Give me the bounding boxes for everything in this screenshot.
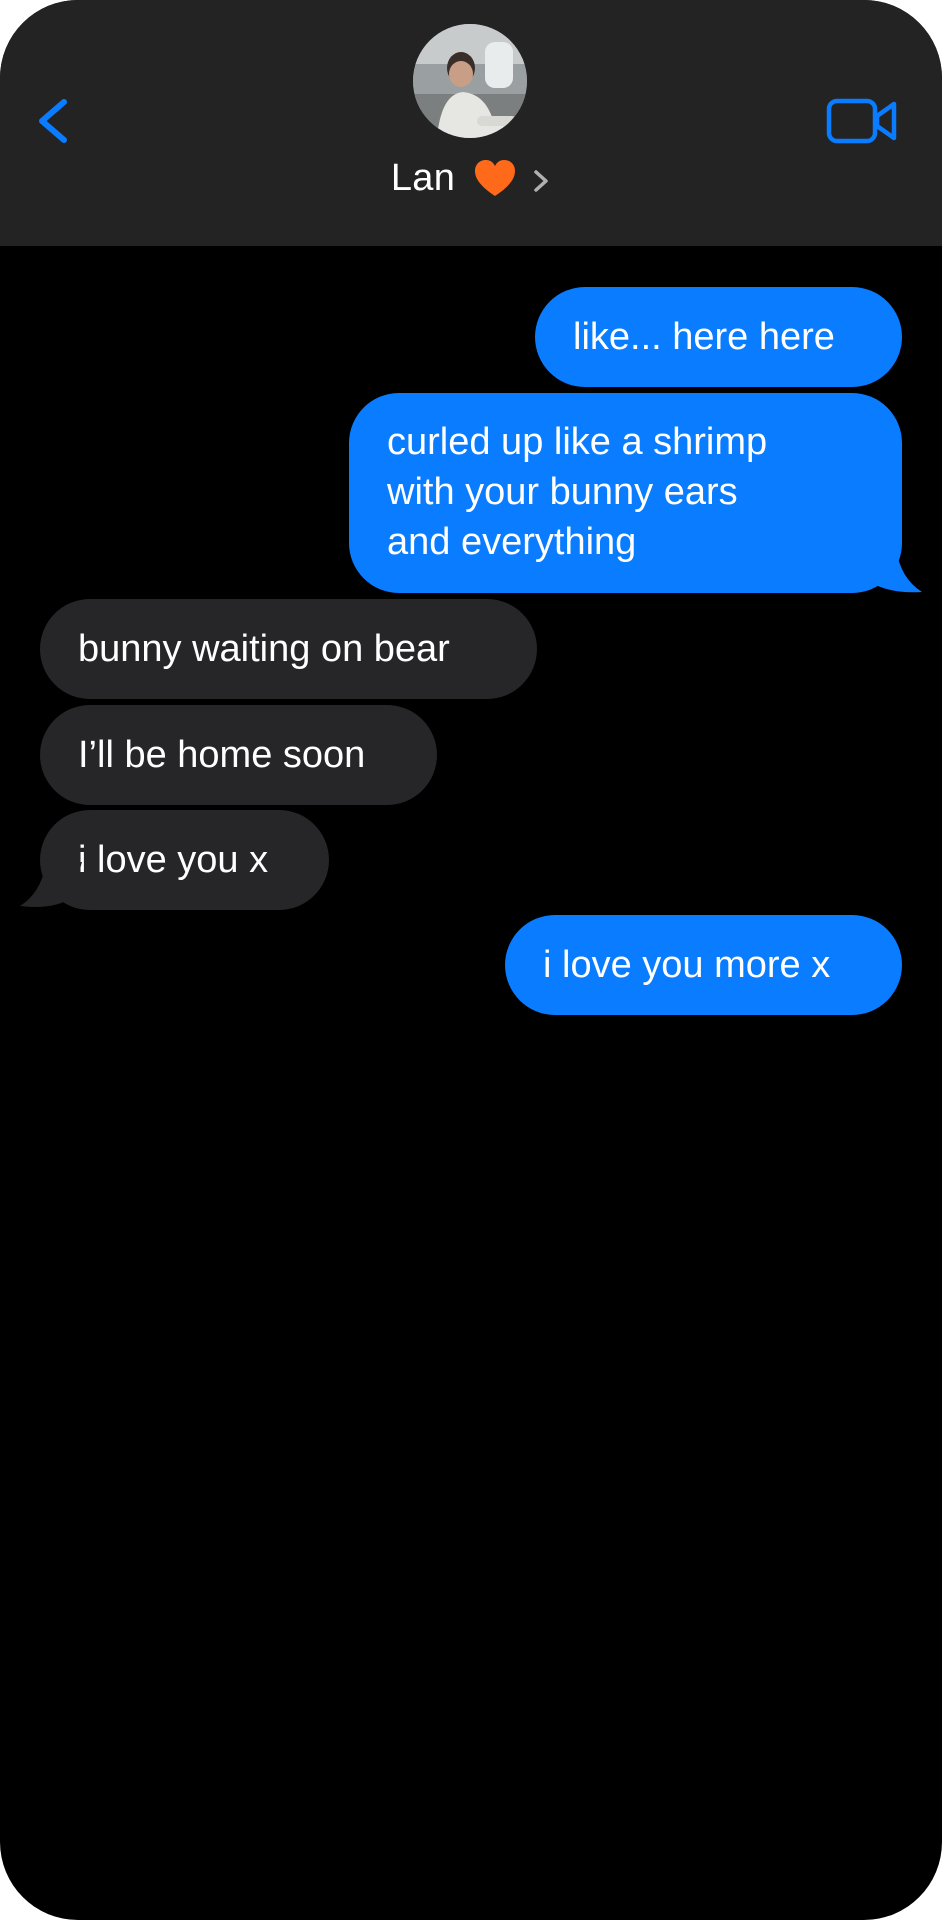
video-camera-icon [826, 98, 897, 144]
message-text: like... here here [573, 316, 835, 358]
message-bubble-received[interactable]: i love you x [40, 810, 329, 910]
avatar-photo [413, 24, 527, 138]
contact-name: Lan [390, 156, 456, 199]
message-text: and everything [387, 521, 637, 563]
contact-details-button[interactable]: Lan [0, 150, 942, 206]
message-tail-sent [860, 548, 922, 593]
message-text: curled up like a shrimp [387, 421, 768, 463]
orange-heart-icon [475, 160, 516, 196]
message-text: with your bunny ears [387, 471, 738, 513]
message-bubble-received[interactable]: bunny waiting on bear [40, 599, 537, 699]
message-text: i love you x [78, 839, 269, 881]
message-bubble-sent[interactable]: i love you more x [505, 915, 902, 1015]
video-call-button[interactable] [826, 96, 898, 148]
contact-avatar[interactable] [413, 24, 527, 138]
conversation-header: Lan [0, 0, 942, 246]
chevron-right-icon [534, 170, 548, 192]
message-bubble-received[interactable]: I’ll be home soon [40, 705, 437, 805]
back-button[interactable] [28, 86, 84, 156]
message-bubble-sent[interactable]: like... here here [535, 287, 902, 387]
message-text: bunny waiting on bear [78, 628, 450, 670]
message-text: I’ll be home soon [78, 734, 366, 776]
message-text: i love you more x [543, 944, 831, 986]
message-tail-received [20, 862, 82, 907]
message-bubble-sent[interactable]: curled up like a shrimp with your bunny … [349, 393, 902, 593]
phone-screen: Lan like... here here curled up like a s… [0, 0, 942, 1920]
chevron-left-icon [39, 99, 67, 143]
